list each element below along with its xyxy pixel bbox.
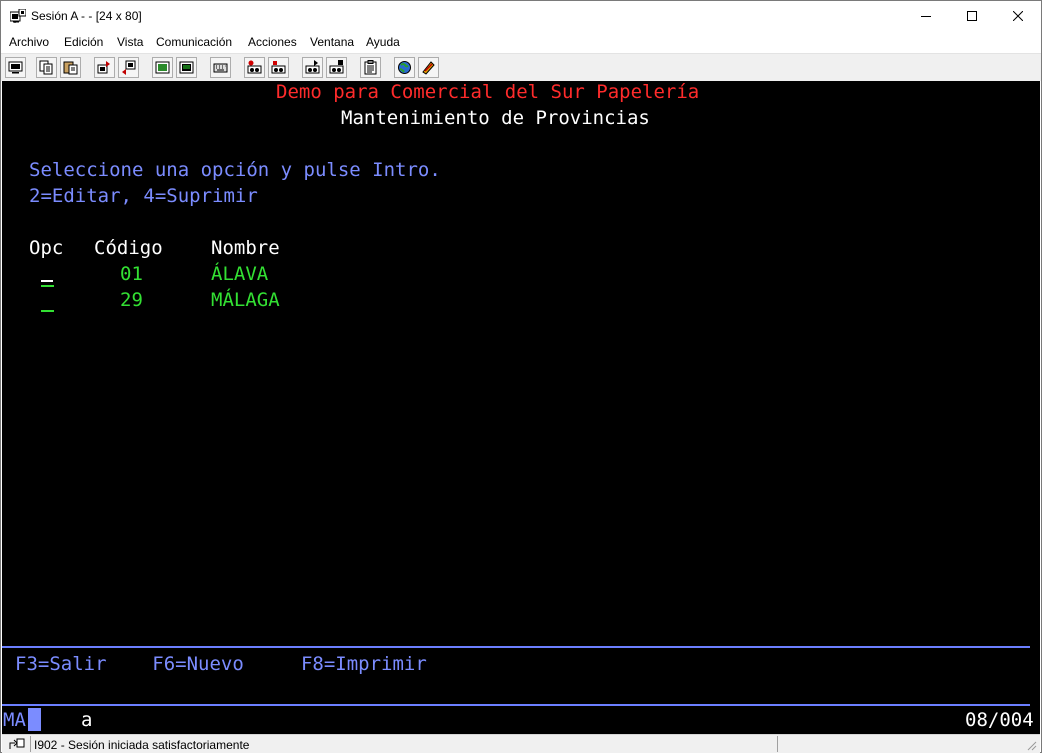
codigo-cell: 29 xyxy=(120,289,143,311)
function-key-separator xyxy=(2,646,1030,648)
globe-button[interactable] xyxy=(394,57,415,78)
codigo-cell: 01 xyxy=(120,263,143,285)
emulator-window: Sesión A - - [24 x 80] Archivo Edición V… xyxy=(0,0,1042,753)
receive-file-icon xyxy=(122,60,136,75)
status-message: I902 - Sesión iniciada satisfactoriament… xyxy=(34,738,250,752)
send-file-button[interactable] xyxy=(94,57,115,78)
close-icon xyxy=(1013,11,1023,21)
display-alt-button[interactable] xyxy=(176,57,197,78)
copy-icon xyxy=(39,60,53,75)
macro-play-icon xyxy=(305,60,320,74)
maximize-button[interactable] xyxy=(949,1,995,31)
close-button[interactable] xyxy=(995,1,1041,31)
macro-record-icon xyxy=(247,60,262,74)
column-header-nombre: Nombre xyxy=(211,237,280,259)
send-file-icon xyxy=(97,61,110,74)
window-title: Sesión A - - [24 x 80] xyxy=(31,9,142,23)
oia-separator xyxy=(2,704,1030,706)
cursor-position: 08/004 xyxy=(965,709,1034,731)
opc-input-row-2[interactable] xyxy=(41,310,54,312)
macro-record-button[interactable] xyxy=(244,57,265,78)
macro-run-icon xyxy=(329,60,344,74)
display-button[interactable] xyxy=(152,57,173,78)
clipboard-button[interactable] xyxy=(360,57,381,78)
menu-vista[interactable]: Vista xyxy=(117,35,143,49)
clipboard-icon xyxy=(364,60,377,75)
resize-grip-icon[interactable] xyxy=(1025,739,1037,751)
nombre-cell: ÁLAVA xyxy=(211,263,269,285)
column-header-opc: Opc xyxy=(29,237,64,259)
print-screen-icon xyxy=(8,61,23,74)
print-screen-button[interactable] xyxy=(5,57,26,78)
screen-title: Mantenimiento de Provincias xyxy=(341,107,650,129)
copy-button[interactable] xyxy=(36,57,57,78)
text-cursor xyxy=(41,280,53,282)
help-button[interactable] xyxy=(418,57,439,78)
macro-stop-button[interactable] xyxy=(268,57,289,78)
help-icon xyxy=(422,61,435,75)
menu-bar: Archivo Edición Vista Comunicación Accio… xyxy=(1,32,1041,52)
globe-icon xyxy=(398,61,411,74)
keyboard-map-icon xyxy=(213,63,228,73)
menu-archivo[interactable]: Archivo xyxy=(9,35,49,49)
status-bar: I902 - Sesión iniciada satisfactoriament… xyxy=(2,734,1040,753)
menu-edicion[interactable]: Edición xyxy=(64,35,103,49)
macro-run-button[interactable] xyxy=(326,57,347,78)
menu-ventana[interactable]: Ventana xyxy=(310,35,354,49)
macro-stop-icon xyxy=(271,61,286,74)
connection-icon xyxy=(8,737,26,751)
paste-icon xyxy=(63,61,78,75)
opc-input-row-1[interactable] xyxy=(41,285,54,287)
minimize-button[interactable] xyxy=(903,1,949,31)
oia-cursor-block xyxy=(28,708,41,731)
oia-ma-indicator: MA xyxy=(3,709,26,731)
oia-input-mode: a xyxy=(81,709,93,731)
options-legend: 2=Editar, 4=Suprimir xyxy=(29,185,258,207)
menu-ayuda[interactable]: Ayuda xyxy=(366,35,400,49)
keyboard-map-button[interactable] xyxy=(210,57,231,78)
maximize-icon xyxy=(967,11,977,21)
function-keys-legend: F3=Salir F6=Nuevo F8=Imprimir xyxy=(15,653,427,675)
title-bar[interactable]: Sesión A - - [24 x 80] xyxy=(1,1,1041,32)
header-company: Demo para Comercial del Sur Papelería xyxy=(276,81,700,103)
toolbar xyxy=(1,53,1041,81)
instruction-text: Seleccione una opción y pulse Intro. xyxy=(29,159,441,181)
menu-acciones[interactable]: Acciones xyxy=(248,35,297,49)
nombre-cell: MÁLAGA xyxy=(211,289,280,311)
status-divider xyxy=(30,736,31,752)
receive-file-button[interactable] xyxy=(118,57,139,78)
paste-button[interactable] xyxy=(60,57,81,78)
display-icon xyxy=(155,61,170,74)
emulator-app-icon[interactable] xyxy=(9,8,27,24)
emulator-screen[interactable]: Demo para Comercial del Sur Papelería Ma… xyxy=(2,81,1040,734)
status-divider xyxy=(777,736,778,752)
menu-comunicacion[interactable]: Comunicación xyxy=(156,35,232,49)
display-alt-icon xyxy=(179,61,194,74)
macro-play-button[interactable] xyxy=(302,57,323,78)
minimize-icon xyxy=(921,16,931,17)
column-header-codigo: Código xyxy=(94,237,163,259)
